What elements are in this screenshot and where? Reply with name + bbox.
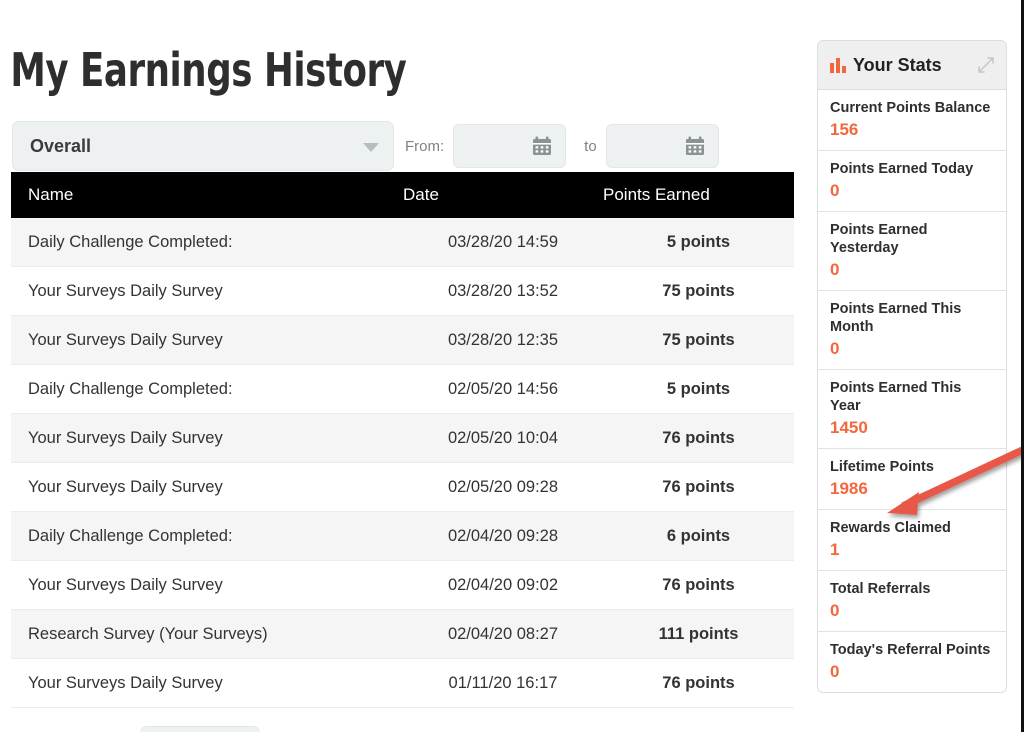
stat-value: 1450	[830, 418, 868, 437]
date-to-input[interactable]	[605, 124, 719, 168]
earnings-history-page: My Earnings History Overall From: to Nam…	[0, 0, 1024, 732]
stat-label: Current Points Balance	[830, 100, 991, 116]
stat-item: Lifetime Points 1986	[818, 449, 1006, 510]
stat-value: 0	[830, 339, 840, 358]
stat-label: Total Referrals	[830, 581, 931, 597]
stat-value: 1986	[830, 479, 868, 498]
cell-date: 02/05/20 09:28	[403, 462, 603, 512]
table-header: Name Date Points Earned	[11, 172, 794, 218]
stat-label: Today's Referral Points	[830, 642, 991, 658]
cell-name: Your Surveys Daily Survey	[11, 315, 403, 365]
table-row[interactable]: Your Surveys Daily Survey 03/28/20 12:35 7…	[11, 315, 794, 365]
table-body: Daily Challenge Completed: 03/28/20 14:59…	[11, 218, 794, 708]
cell-name: Your Surveys Daily Survey	[11, 462, 403, 512]
your-stats-panel: Your Stats Current Points Balance 156 Poin…	[817, 40, 1007, 693]
cell-name: Your Surveys Daily Survey	[11, 413, 403, 463]
table-row[interactable]: Your Surveys Daily Survey 02/05/20 09:28 7…	[11, 462, 794, 512]
bar-chart-icon	[830, 57, 846, 73]
stat-item: Points Earned Yesterday 0	[818, 212, 1006, 291]
expand-diagonal-icon[interactable]	[977, 56, 995, 74]
calendar-icon	[685, 136, 704, 155]
filter-toolbar: Overall From: to	[0, 96, 790, 172]
table-header-row: Name Date Points Earned	[11, 172, 794, 218]
cell-points: 5 points	[603, 218, 794, 267]
from-label: From:	[405, 137, 445, 155]
column-header-points[interactable]: Points Earned	[603, 172, 794, 218]
stat-label: Points Earned Yesterday	[830, 222, 928, 256]
stat-item: Rewards Claimed 1	[818, 510, 1006, 571]
stat-value: 156	[830, 120, 859, 139]
cell-date: 02/04/20 09:02	[403, 560, 603, 610]
stats-panel-header: Your Stats	[818, 41, 1006, 90]
cell-name: Daily Challenge Completed:	[11, 364, 403, 414]
stat-label: Points Earned This Month	[830, 301, 962, 335]
cell-name: Your Surveys Daily Survey	[11, 266, 403, 316]
stat-value: 0	[830, 260, 840, 279]
cell-points: 5 points	[603, 364, 794, 414]
cell-date: 02/04/20 08:27	[403, 609, 603, 659]
page-title: My Earnings History	[10, 43, 407, 97]
calendar-icon	[533, 136, 552, 155]
stat-value: 0	[830, 601, 840, 620]
stat-value: 1	[830, 540, 840, 559]
cell-name: Daily Challenge Completed:	[11, 511, 403, 561]
date-from-input[interactable]	[453, 124, 567, 168]
table-row[interactable]: Your Surveys Daily Survey 01/11/20 16:17 7…	[11, 658, 794, 708]
stat-label: Points Earned This Year	[830, 380, 962, 414]
stats-list: Current Points Balance 156 Points Earned T…	[818, 90, 1006, 692]
earnings-table: Name Date Points Earned Daily Challenge …	[11, 172, 794, 708]
chevron-down-icon	[363, 143, 379, 152]
table-row[interactable]: Research Survey (Your Surveys) 02/04/20 0…	[11, 609, 794, 659]
cell-date: 02/05/20 10:04	[403, 413, 603, 463]
stat-label: Lifetime Points	[830, 459, 934, 475]
to-label: to	[584, 137, 597, 155]
cell-points: 76 points	[603, 413, 794, 463]
stat-item: Points Earned This Year 1450	[818, 370, 1006, 449]
table-row[interactable]: Daily Challenge Completed: 02/04/20 09:28…	[11, 511, 794, 561]
cell-date: 03/28/20 12:35	[403, 315, 603, 365]
stat-value: 0	[830, 662, 840, 681]
cell-points: 76 points	[603, 462, 794, 512]
cell-name: Your Surveys Daily Survey	[11, 560, 403, 610]
main-content: My Earnings History Overall From: to Nam…	[0, 0, 794, 732]
cell-date: 03/28/20 13:52	[403, 266, 603, 316]
cell-points: 76 points	[603, 560, 794, 610]
column-header-name[interactable]: Name	[11, 172, 403, 218]
cell-points: 75 points	[603, 315, 794, 365]
cell-points: 6 points	[603, 511, 794, 561]
stat-label: Points Earned Today	[830, 161, 974, 177]
cell-points: 75 points	[603, 266, 794, 316]
table-row[interactable]: Your Surveys Daily Survey 02/04/20 09:02 7…	[11, 560, 794, 610]
table-row[interactable]: Your Surveys Daily Survey 02/05/20 10:04 7…	[11, 413, 794, 463]
table-row[interactable]: Daily Challenge Completed: 03/28/20 14:59…	[11, 218, 794, 267]
stat-item: Points Earned This Month 0	[818, 291, 1006, 370]
cell-date: 01/11/20 16:17	[403, 658, 603, 708]
cell-name: Daily Challenge Completed:	[11, 218, 403, 267]
stat-item: Today's Referral Points 0	[818, 632, 1006, 692]
stat-label: Rewards Claimed	[830, 520, 951, 536]
category-select[interactable]: Overall	[12, 121, 394, 171]
cell-date: 03/28/20 14:59	[403, 218, 603, 267]
cell-name: Research Survey (Your Surveys)	[11, 609, 403, 659]
pagination-control[interactable]	[140, 726, 260, 732]
cell-date: 02/05/20 14:56	[403, 364, 603, 414]
table-row[interactable]: Your Surveys Daily Survey 03/28/20 13:52 7…	[11, 266, 794, 316]
stats-panel-title: Your Stats	[853, 54, 942, 75]
cell-points: 111 points	[603, 609, 794, 659]
stat-item: Points Earned Today 0	[818, 151, 1006, 212]
table-row[interactable]: Daily Challenge Completed: 02/05/20 14:56…	[11, 364, 794, 414]
stat-item: Current Points Balance 156	[818, 90, 1006, 151]
category-select-value: Overall	[30, 135, 92, 156]
stat-item: Total Referrals 0	[818, 571, 1006, 632]
cell-name: Your Surveys Daily Survey	[11, 658, 403, 708]
cell-points: 76 points	[603, 658, 794, 708]
stat-value: 0	[830, 181, 840, 200]
cell-date: 02/04/20 09:28	[403, 511, 603, 561]
column-header-date[interactable]: Date	[403, 172, 603, 218]
